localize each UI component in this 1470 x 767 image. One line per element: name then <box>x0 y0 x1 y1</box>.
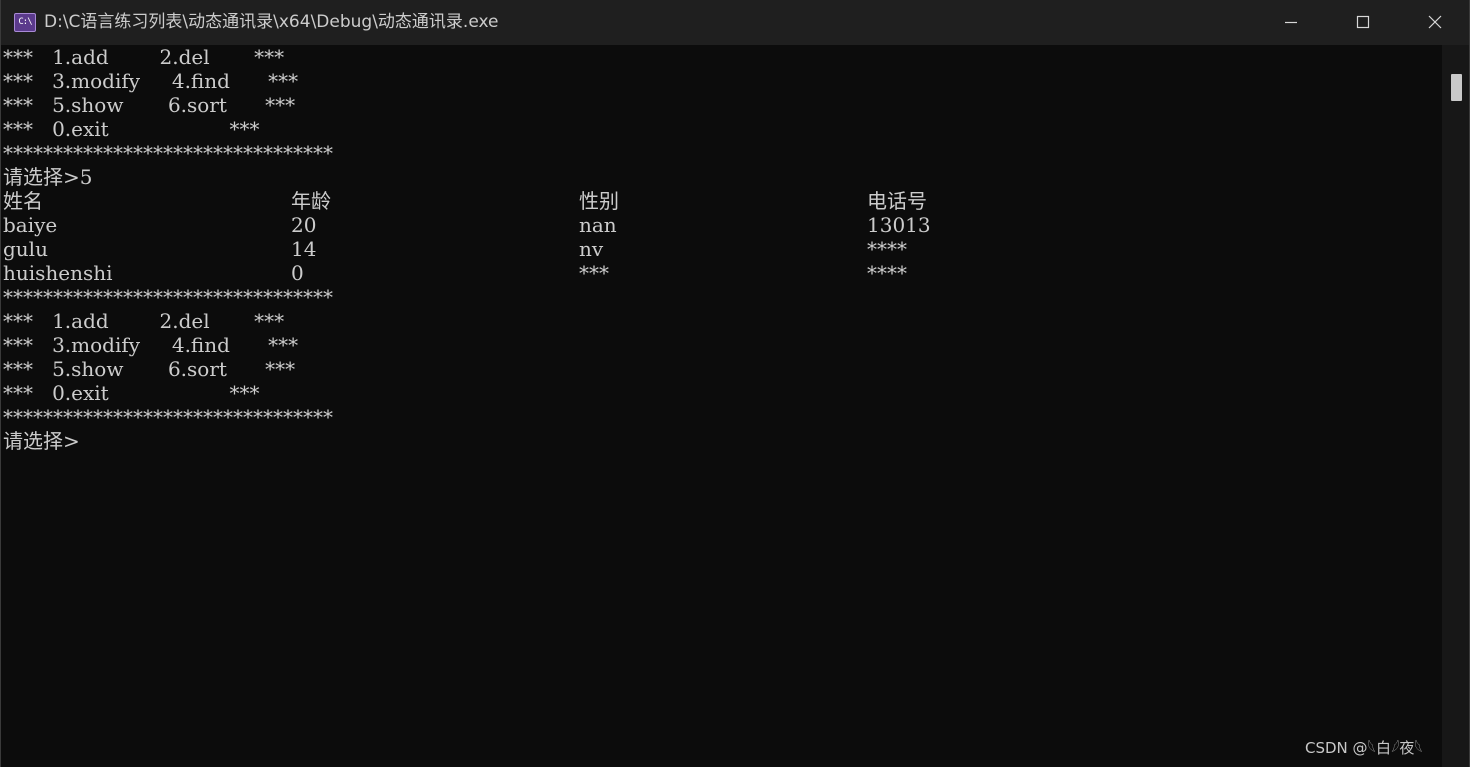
close-icon <box>1428 15 1442 29</box>
maximize-icon <box>1356 15 1370 29</box>
table-cell: huishenshi <box>3 261 113 285</box>
table-cell: baiye <box>3 213 58 237</box>
console-window: C:\ D:\C语言练习列表\动态通讯录\x64\Debug\动态通讯录.exe… <box>0 0 1470 767</box>
table-cell: **** <box>867 237 907 261</box>
table-header-phone: 电话号 <box>867 189 927 213</box>
console-output[interactable]: *** 1.add 2.del *** *** 3.modify 4.find … <box>1 45 1442 767</box>
vertical-scrollbar[interactable] <box>1442 45 1469 767</box>
menu-line: *** 1.add 2.del *** <box>3 45 285 69</box>
menu-line: *** 5.show 6.sort *** <box>3 93 296 117</box>
menu-border-line: ********************************* <box>3 285 333 309</box>
menu-line: *** 3.modify 4.find *** <box>3 69 299 93</box>
table-cell: **** <box>867 261 907 285</box>
menu-border-line: ********************************* <box>3 141 333 165</box>
menu-line: *** 5.show 6.sort *** <box>3 357 296 381</box>
table-header-age: 年龄 <box>291 189 331 213</box>
csdn-watermark: CSDN @𓆩白𓆪夜𓆩 <box>1305 739 1423 757</box>
input-prompt[interactable]: 请选择> <box>3 429 80 453</box>
close-button[interactable] <box>1399 0 1469 45</box>
menu-border-line: ********************************* <box>3 405 333 429</box>
menu-line: *** 1.add 2.del *** <box>3 309 285 333</box>
table-cell: nv <box>579 237 604 261</box>
table-cell: 20 <box>291 213 317 237</box>
scrollbar-thumb[interactable] <box>1451 74 1462 101</box>
table-header-gender: 性别 <box>579 189 619 213</box>
menu-line: *** 3.modify 4.find *** <box>3 333 299 357</box>
minimize-icon <box>1285 21 1297 24</box>
table-cell: 13013 <box>867 213 931 237</box>
minimize-button[interactable] <box>1255 0 1327 45</box>
table-cell: gulu <box>3 237 48 261</box>
window-title: D:\C语言练习列表\动态通讯录\x64\Debug\动态通讯录.exe <box>44 12 499 32</box>
table-cell: 14 <box>291 237 317 261</box>
menu-line: *** 0.exit *** <box>3 381 260 405</box>
maximize-button[interactable] <box>1327 0 1399 45</box>
table-cell: *** <box>579 261 609 285</box>
table-header-name: 姓名 <box>3 189 43 213</box>
console-app-icon: C:\ <box>14 13 36 32</box>
title-bar[interactable]: C:\ D:\C语言练习列表\动态通讯录\x64\Debug\动态通讯录.exe <box>1 0 1469 45</box>
menu-line: *** 0.exit *** <box>3 117 260 141</box>
table-cell: nan <box>579 213 617 237</box>
input-prompt: 请选择>5 <box>3 165 93 189</box>
table-cell: 0 <box>291 261 304 285</box>
